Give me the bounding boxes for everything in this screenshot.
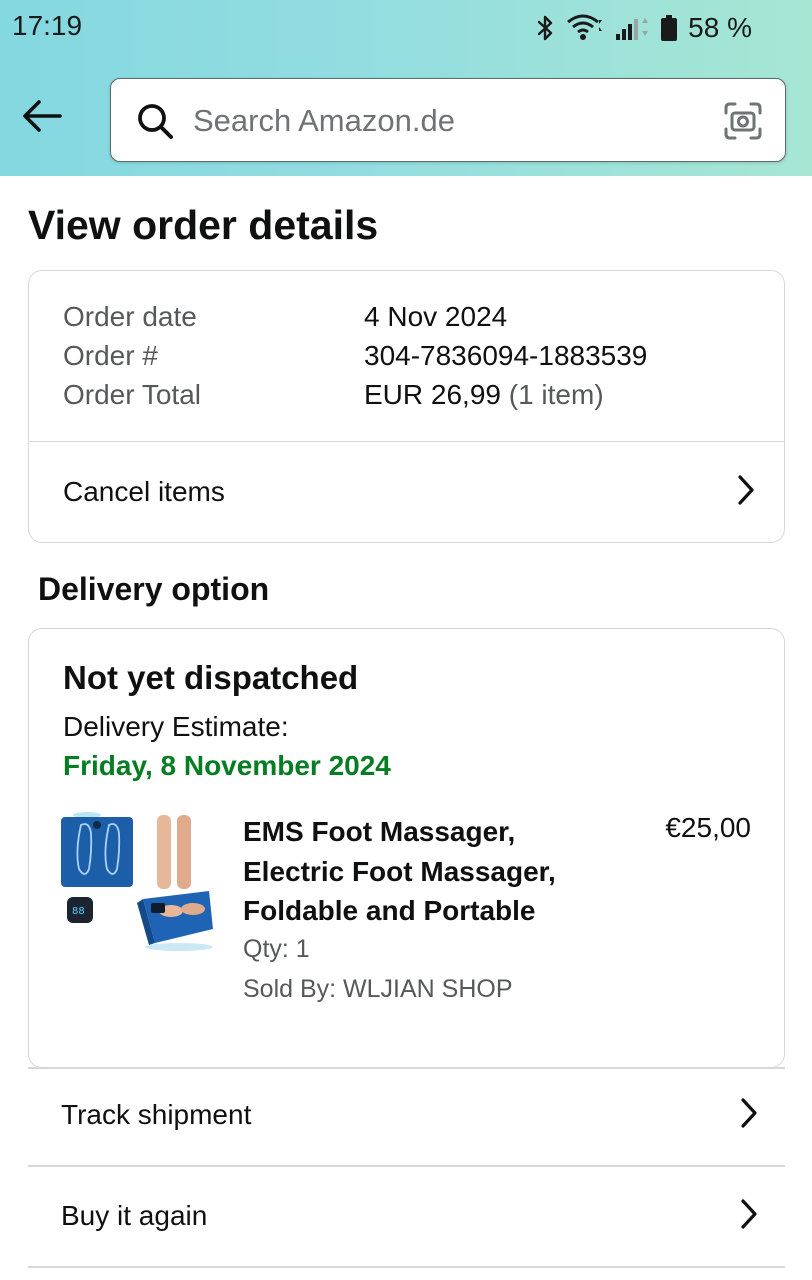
product-quantity: Qty: 1 [243, 935, 310, 963]
product-seller: Sold By: WLJIAN SHOP [243, 975, 513, 1003]
page-title: View order details [28, 202, 379, 248]
chevron-right-icon [739, 1097, 759, 1134]
chevron-right-icon [739, 1198, 759, 1235]
buy-it-again-label: Buy it again [61, 1200, 208, 1231]
battery-percent: 58 % [688, 12, 752, 43]
order-number-label: Order # [63, 340, 158, 371]
delivery-section-title: Delivery option [38, 571, 270, 607]
order-total-amount: EUR 26,99 [364, 379, 501, 410]
product-title-line: EMS Foot Massager, [243, 816, 516, 847]
cancel-items-label: Cancel items [63, 476, 225, 507]
status-icons: 58 % [536, 10, 752, 46]
search-icon [135, 101, 175, 146]
divider [28, 1266, 785, 1268]
track-shipment-link[interactable]: Track shipment [28, 1066, 785, 1164]
delivery-estimate-label: Delivery Estimate: [63, 711, 289, 742]
app-header: 17:19 58 % Search Amazon.de [0, 0, 812, 176]
delivery-estimate-date: Friday, 8 November 2024 [63, 750, 391, 781]
buy-it-again-link[interactable]: Buy it again [28, 1167, 785, 1265]
cancel-items-link[interactable]: Cancel items [29, 442, 784, 542]
order-number-value: 304-7836094-1883539 [364, 340, 648, 371]
order-date-label: Order date [63, 301, 197, 332]
dispatch-status: Not yet dispatched [63, 659, 359, 696]
track-shipment-label: Track shipment [61, 1099, 252, 1130]
order-item-count: (1 item) [508, 379, 604, 410]
product-title-line: Foldable and Portable [243, 895, 536, 926]
order-total-label: Order Total [63, 379, 201, 410]
order-date-value: 4 Nov 2024 [364, 301, 508, 332]
svg-text:88: 88 [72, 906, 85, 917]
order-summary-card: Order date 4 Nov 2024 Order # 304-783609… [28, 270, 785, 543]
chevron-right-icon [736, 474, 756, 511]
order-total-value: EUR 26,99 (1 item) [364, 379, 604, 411]
delivery-card: Not yet dispatched Delivery Estimate: Fr… [28, 628, 785, 1068]
cellular-signal-icon [614, 14, 650, 42]
search-input[interactable] [191, 95, 715, 147]
product-title-line: Electric Foot Massager, [243, 855, 556, 887]
bluetooth-icon [536, 14, 556, 42]
product-image[interactable]: 88 [59, 811, 213, 951]
wifi-icon [566, 14, 604, 42]
back-button[interactable] [18, 94, 66, 142]
status-time: 17:19 [12, 10, 83, 41]
search-bar[interactable] [110, 78, 786, 162]
product-price: €25,00 [665, 812, 751, 843]
arrow-left-icon [21, 99, 63, 138]
product-title[interactable]: EMS Foot Massager, Electric Foot Massage… [243, 812, 603, 931]
battery-icon [660, 14, 678, 42]
camera-lens-icon[interactable] [723, 101, 763, 146]
